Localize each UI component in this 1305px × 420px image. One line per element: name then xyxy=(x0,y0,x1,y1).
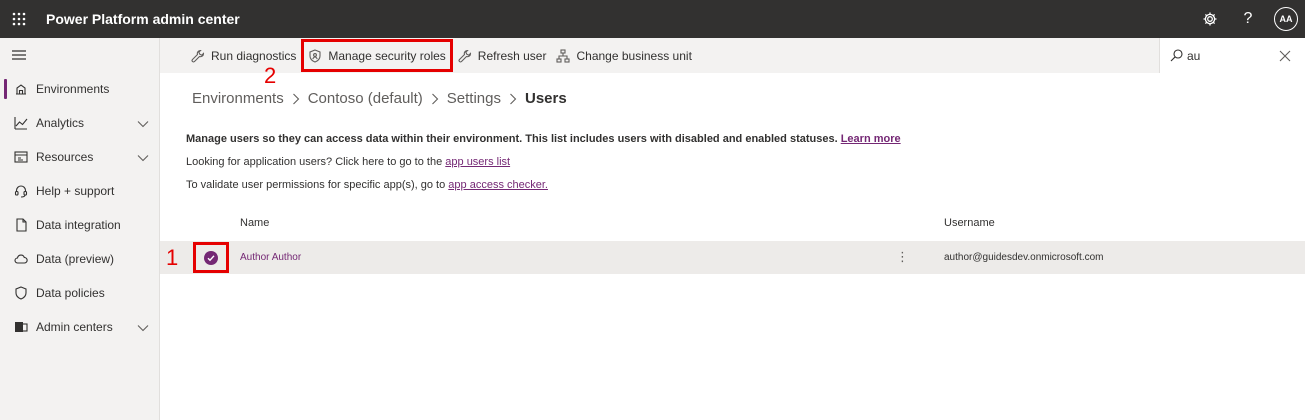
resources-icon xyxy=(14,150,28,164)
wrench-icon xyxy=(458,49,471,62)
checkmark-icon xyxy=(204,250,218,265)
close-icon[interactable] xyxy=(1279,49,1291,67)
manage-security-roles-button[interactable]: Manage security roles xyxy=(301,39,453,72)
page-title: Users xyxy=(525,90,567,107)
security-role-icon xyxy=(309,48,321,63)
column-header-username[interactable]: Username xyxy=(944,217,995,229)
breadcrumb-environment[interactable]: Contoso (default) xyxy=(308,90,423,107)
change-business-unit-button[interactable]: Change business unit xyxy=(551,38,696,73)
analytics-icon xyxy=(14,116,28,130)
table-header: Name Username xyxy=(160,213,1305,235)
cloud-icon xyxy=(14,252,28,266)
more-options-icon[interactable]: ⋮ xyxy=(896,249,909,265)
sidebar-item-data-preview[interactable]: Data (preview) xyxy=(0,242,159,276)
sidebar-item-label: Data (preview) xyxy=(36,252,115,266)
org-chart-icon xyxy=(556,48,571,63)
sidebar-item-help-support[interactable]: Help + support xyxy=(0,174,159,208)
description-text: Looking for application users? Click her… xyxy=(186,156,443,168)
chevron-right-icon xyxy=(509,93,517,105)
description-line-2: Looking for application users? Click her… xyxy=(186,156,510,168)
annotation-marker-1: 1 xyxy=(166,245,179,270)
chevron-right-icon xyxy=(431,93,439,105)
description-text: Manage users so they can access data wit… xyxy=(186,133,838,145)
sidebar-item-resources[interactable]: Resources xyxy=(0,140,159,174)
help-glyph: ? xyxy=(1243,10,1253,27)
learn-more-link[interactable]: Learn more xyxy=(841,133,901,145)
avatar[interactable]: AA xyxy=(1274,7,1298,31)
sidebar-item-analytics[interactable]: Analytics xyxy=(0,106,159,140)
username-cell: author@guidesdev.onmicrosoft.com xyxy=(944,252,1104,263)
sidebar-item-label: Admin centers xyxy=(36,320,113,334)
sidebar-item-data-policies[interactable]: Data policies xyxy=(0,276,159,310)
breadcrumb-settings[interactable]: Settings xyxy=(447,90,501,107)
breadcrumb: Environments Contoso (default) Settings … xyxy=(192,90,567,107)
manage-security-roles-label: Manage security roles xyxy=(328,48,446,63)
change-business-unit-label: Change business unit xyxy=(576,48,692,63)
sidebar-item-label: Environments xyxy=(36,82,110,96)
column-header-name[interactable]: Name xyxy=(240,217,269,229)
sidebar-item-label: Data integration xyxy=(36,218,121,232)
hamburger-menu-icon[interactable] xyxy=(0,38,159,72)
admin-centers-icon xyxy=(14,320,28,334)
chevron-down-icon[interactable] xyxy=(137,321,149,335)
sidebar: Environments Analytics Resources Help + … xyxy=(0,38,160,420)
user-name-link[interactable]: Author Author xyxy=(240,252,301,263)
refresh-user-button[interactable]: Refresh user xyxy=(453,38,552,73)
sidebar-item-label: Resources xyxy=(36,150,94,164)
run-diagnostics-label: Run diagnostics xyxy=(211,48,297,63)
search-box[interactable] xyxy=(1159,38,1305,73)
sidebar-item-label: Help + support xyxy=(36,184,115,198)
sidebar-item-label: Data policies xyxy=(36,286,105,300)
table-row[interactable]: Author Author ⋮ author@guidesdev.onmicro… xyxy=(160,241,1305,274)
chevron-down-icon[interactable] xyxy=(137,151,149,165)
app-users-list-link[interactable]: app users list xyxy=(445,156,510,168)
gear-icon[interactable] xyxy=(1191,0,1229,38)
description-line-1: Manage users so they can access data wit… xyxy=(186,133,901,145)
top-bar: Power Platform admin center ? AA xyxy=(0,0,1305,38)
environments-icon xyxy=(14,82,28,96)
wrench-icon xyxy=(191,49,205,62)
help-icon[interactable]: ? xyxy=(1229,0,1267,38)
app-access-checker-link[interactable]: app access checker. xyxy=(448,179,548,191)
sidebar-item-data-integration[interactable]: Data integration xyxy=(0,208,159,242)
active-indicator xyxy=(4,79,7,99)
command-bar: Run diagnostics Manage security roles Re… xyxy=(160,38,1305,73)
sidebar-item-admin-centers[interactable]: Admin centers xyxy=(0,310,159,344)
sidebar-item-label: Analytics xyxy=(36,116,85,130)
annotation-marker-2: 2 xyxy=(264,63,277,88)
data-integration-icon xyxy=(14,218,28,232)
headset-icon xyxy=(14,184,28,198)
row-select-checkbox[interactable] xyxy=(193,242,229,273)
chevron-down-icon[interactable] xyxy=(137,117,149,131)
sidebar-item-environments[interactable]: Environments xyxy=(0,72,159,106)
description-text: To validate user permissions for specifi… xyxy=(186,179,446,191)
search-icon xyxy=(1170,49,1183,62)
breadcrumb-environments[interactable]: Environments xyxy=(192,90,284,107)
description-line-3: To validate user permissions for specifi… xyxy=(186,179,548,191)
shield-icon xyxy=(14,286,28,300)
run-diagnostics-button[interactable]: Run diagnostics xyxy=(186,38,301,73)
search-input[interactable] xyxy=(1187,48,1267,63)
refresh-user-label: Refresh user xyxy=(477,48,547,63)
waffle-icon[interactable] xyxy=(0,0,38,38)
chevron-right-icon xyxy=(292,93,300,105)
app-title[interactable]: Power Platform admin center xyxy=(46,11,240,27)
